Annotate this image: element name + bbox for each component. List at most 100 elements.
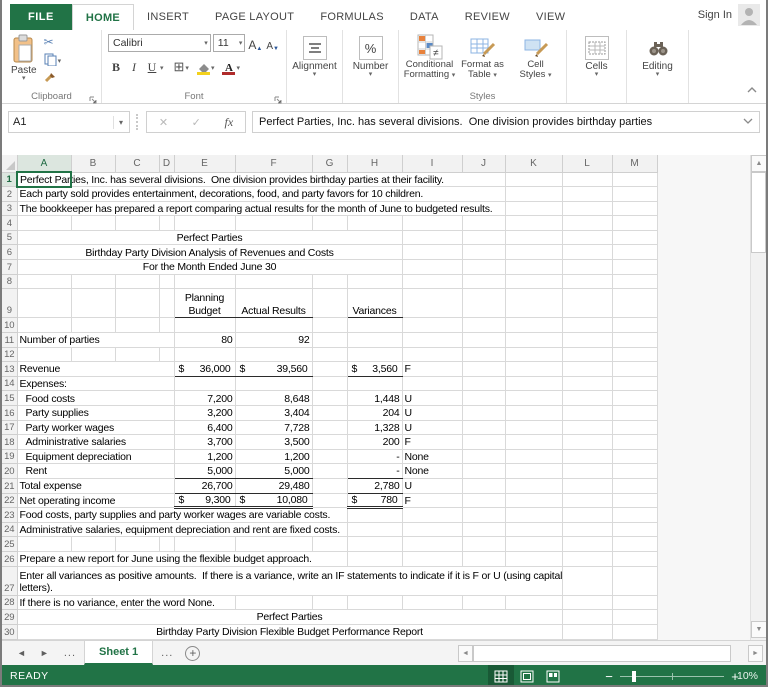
row-header-22[interactable]: 22 — [2, 493, 17, 508]
cell-C25[interactable] — [115, 537, 159, 552]
cell-H10[interactable] — [347, 318, 402, 333]
row-header-21[interactable]: 21 — [2, 478, 17, 493]
cell-styles-button[interactable]: CellStyles ▾ — [509, 33, 562, 81]
row-header-24[interactable]: 24 — [2, 522, 17, 537]
row-header-19[interactable]: 19 — [2, 449, 17, 464]
column-header-D[interactable]: D — [159, 155, 174, 172]
cell-M22[interactable] — [612, 493, 657, 508]
cell-K19[interactable] — [505, 449, 562, 464]
column-header-A[interactable]: A — [17, 155, 71, 172]
cell-E13[interactable]: $36,000 — [174, 362, 235, 377]
cell-I28[interactable] — [402, 595, 462, 610]
cell-J21[interactable] — [462, 478, 505, 493]
cell-I14[interactable] — [402, 376, 462, 391]
cell-G4[interactable] — [312, 216, 347, 231]
cell-K1[interactable] — [505, 172, 562, 187]
cell-M4[interactable] — [612, 216, 657, 231]
cell-C8[interactable] — [115, 274, 159, 289]
cell-E16[interactable]: 3,200 — [174, 406, 235, 421]
cell-F14[interactable] — [235, 376, 312, 391]
row-header-10[interactable]: 10 — [2, 318, 17, 333]
clipboard-dialog-launcher-icon[interactable] — [89, 92, 99, 102]
cell-G9[interactable] — [312, 289, 347, 318]
select-all-corner[interactable] — [2, 155, 17, 172]
zoom-slider[interactable]: − + — [602, 665, 742, 687]
cell-E11[interactable]: 80 — [174, 333, 235, 348]
cell-L19[interactable] — [562, 449, 612, 464]
cell-J16[interactable] — [462, 406, 505, 421]
cell-J20[interactable] — [462, 464, 505, 479]
cell-K7[interactable] — [505, 260, 562, 275]
cell-A9[interactable] — [17, 289, 71, 318]
column-header-I[interactable]: I — [402, 155, 462, 172]
cell-G16[interactable] — [312, 406, 347, 421]
cell-K13[interactable] — [505, 362, 562, 377]
row-header-18[interactable]: 18 — [2, 435, 17, 450]
cell-M10[interactable] — [612, 318, 657, 333]
horizontal-scrollbar-thumb[interactable] — [473, 645, 731, 662]
row-header-23[interactable]: 23 — [2, 508, 17, 523]
cell-E21[interactable]: 26,700 — [174, 478, 235, 493]
cell-L27[interactable] — [562, 566, 612, 595]
sheet-ellipsis-right[interactable]: ... — [153, 647, 181, 659]
cell-I9[interactable] — [402, 289, 462, 318]
cell-H8[interactable] — [347, 274, 402, 289]
underline-button[interactable]: U — [144, 57, 165, 75]
cell-L24[interactable] — [562, 522, 612, 537]
cell-L18[interactable] — [562, 435, 612, 450]
cell-A20[interactable]: Rent — [17, 464, 174, 479]
borders-button[interactable]: ⊞ — [173, 57, 190, 75]
cell-J18[interactable] — [462, 435, 505, 450]
cell-M17[interactable] — [612, 420, 657, 435]
cell-L4[interactable] — [562, 216, 612, 231]
cell-A25[interactable] — [17, 537, 71, 552]
enter-icon[interactable]: ✓ — [192, 116, 201, 129]
cell-F15[interactable]: 8,648 — [235, 391, 312, 406]
cell-A7[interactable]: For the Month Ended June 30 — [17, 260, 402, 275]
cell-K17[interactable] — [505, 420, 562, 435]
column-header-F[interactable]: F — [235, 155, 312, 172]
zoom-out-icon[interactable]: − — [602, 669, 616, 684]
cell-J6[interactable] — [462, 245, 505, 260]
cell-H22[interactable]: $780 — [347, 493, 402, 508]
cell-L21[interactable] — [562, 478, 612, 493]
cell-G15[interactable] — [312, 391, 347, 406]
cell-M9[interactable] — [612, 289, 657, 318]
cell-K21[interactable] — [505, 478, 562, 493]
cell-G19[interactable] — [312, 449, 347, 464]
row-header-8[interactable]: 8 — [2, 274, 17, 289]
cell-E17[interactable]: 6,400 — [174, 420, 235, 435]
cell-D8[interactable] — [159, 274, 174, 289]
cell-K8[interactable] — [505, 274, 562, 289]
cell-D12[interactable] — [159, 347, 174, 362]
cell-J25[interactable] — [462, 537, 505, 552]
cell-I12[interactable] — [402, 347, 462, 362]
cell-M26[interactable] — [612, 551, 657, 566]
cell-L11[interactable] — [562, 333, 612, 348]
cell-A15[interactable]: Food costs — [17, 391, 174, 406]
cell-M24[interactable] — [612, 522, 657, 537]
cell-L6[interactable] — [562, 245, 612, 260]
cell-I8[interactable] — [402, 274, 462, 289]
cell-H18[interactable]: 200 — [347, 435, 402, 450]
cell-K16[interactable] — [505, 406, 562, 421]
cell-M25[interactable] — [612, 537, 657, 552]
vertical-scrollbar-thumb[interactable] — [751, 172, 766, 253]
cell-E4[interactable] — [174, 216, 235, 231]
cell-L8[interactable] — [562, 274, 612, 289]
cell-M14[interactable] — [612, 376, 657, 391]
cell-A2[interactable]: Each party sold provides entertainment, … — [17, 187, 505, 202]
cell-F11[interactable]: 92 — [235, 333, 312, 348]
cell-M2[interactable] — [612, 187, 657, 202]
cell-C9[interactable] — [115, 289, 159, 318]
zoom-level[interactable]: 10% — [737, 670, 758, 682]
cell-I10[interactable] — [402, 318, 462, 333]
cell-A12[interactable] — [17, 347, 71, 362]
cell-M13[interactable] — [612, 362, 657, 377]
cell-E10[interactable] — [174, 318, 235, 333]
cell-A23[interactable]: Food costs, party supplies and party wor… — [17, 508, 347, 523]
cell-L5[interactable] — [562, 230, 612, 245]
cell-G20[interactable] — [312, 464, 347, 479]
cell-K18[interactable] — [505, 435, 562, 450]
cell-M30[interactable] — [612, 624, 657, 639]
